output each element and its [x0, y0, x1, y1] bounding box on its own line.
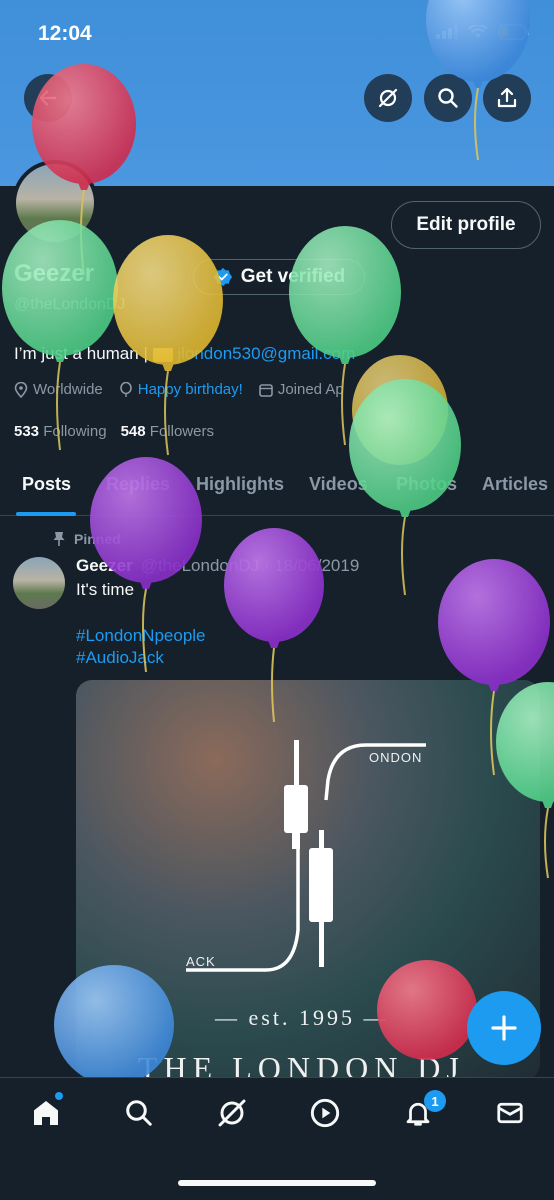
status-icons: [436, 24, 530, 40]
compose-post-button[interactable]: [467, 991, 541, 1065]
post-avatar[interactable]: [13, 557, 65, 609]
search-icon: [126, 1100, 152, 1126]
status-time: 12:04: [38, 22, 92, 45]
following-label: Following: [43, 423, 107, 440]
hashtag-londonnpeople[interactable]: #LondonNpeople: [76, 626, 206, 646]
back-button[interactable]: [24, 74, 72, 122]
logo-title: THE LONDON DJ: [138, 1050, 465, 1080]
profile-bio: I’m just a human | jlondon530@gmail.com: [14, 344, 355, 364]
wifi-icon: [468, 25, 488, 38]
share-button[interactable]: [483, 74, 531, 122]
followers-count: 548: [120, 423, 146, 440]
home-indicator: [178, 1180, 376, 1186]
birthday-text[interactable]: Happy birthday!: [138, 381, 243, 398]
logo-text-ondon: ONDON: [369, 750, 423, 765]
pinned-indicator: Pinned: [52, 531, 121, 547]
birthday-item: Happy birthday!: [119, 381, 243, 398]
bio-separator: |: [143, 344, 153, 363]
balloon-icon: [119, 381, 132, 397]
location-item: Worldwide: [14, 381, 103, 398]
verified-badge-icon: [213, 267, 232, 287]
tab-videos[interactable]: Videos: [309, 474, 368, 495]
profile-name: Geezer: [14, 260, 95, 287]
active-tab-indicator: [16, 512, 76, 516]
mail-icon: [497, 1102, 523, 1124]
post-header: Geezer @theLondonDJ · 18/06/2019: [76, 556, 359, 576]
logo-text-ack: ACK: [186, 954, 216, 969]
tab-posts[interactable]: Posts: [22, 474, 71, 495]
follow-stats: 533 Following 548 Followers: [14, 423, 214, 440]
profile-handle: @theLondonDJ: [14, 296, 126, 313]
bio-text: I’m just a human: [14, 344, 139, 363]
following-link[interactable]: 533 Following: [14, 423, 107, 440]
logo-est-year: — est. 1995 —: [215, 1005, 389, 1030]
pinned-label: Pinned: [74, 531, 121, 547]
following-count: 533: [14, 423, 40, 440]
search-button[interactable]: [424, 74, 472, 122]
followers-link[interactable]: 548 Followers: [121, 423, 214, 440]
arrow-left-icon: [39, 90, 57, 106]
profile-meta: Worldwide Happy birthday! Joined Ap: [14, 381, 344, 398]
tab-photos[interactable]: Photos: [396, 474, 457, 495]
balloon-green-left: [2, 220, 118, 451]
joined-text: Joined Ap: [277, 381, 344, 398]
joined-item: Joined Ap: [259, 381, 344, 398]
grok-button[interactable]: [364, 74, 412, 122]
plus-icon: [491, 1015, 517, 1041]
tab-articles[interactable]: Articles: [482, 474, 548, 495]
profile-tabs: Posts Replies Highlights Videos Photos A…: [0, 462, 554, 516]
get-verified-button[interactable]: Get verified: [193, 259, 365, 295]
tab-replies[interactable]: Replies: [106, 474, 170, 495]
profile-avatar[interactable]: [12, 160, 98, 246]
location-pin-icon: [14, 381, 28, 398]
home-icon: [34, 1101, 58, 1125]
followers-label: Followers: [149, 423, 214, 440]
battery-icon: [498, 24, 529, 40]
calendar-icon: [259, 383, 273, 397]
notification-count-badge: 1: [424, 1090, 446, 1112]
tab-highlights[interactable]: Highlights: [196, 474, 284, 495]
hashtag-audiojack[interactable]: #AudioJack: [76, 648, 164, 668]
edit-profile-button[interactable]: Edit profile: [391, 201, 541, 249]
signal-icon: [436, 25, 458, 39]
bio-email-link[interactable]: jlondon530@gmail.com: [177, 344, 355, 363]
grok-icon: [378, 88, 398, 108]
home-new-dot: [55, 1092, 63, 1100]
nav-messages[interactable]: [492, 1095, 528, 1131]
share-icon: [497, 87, 517, 108]
nav-search[interactable]: [121, 1095, 157, 1131]
post-text-body: It's time: [76, 580, 135, 599]
play-icon: [310, 1098, 340, 1128]
nav-video[interactable]: [307, 1095, 343, 1131]
nav-grok[interactable]: [214, 1095, 250, 1131]
location-text: Worldwide: [33, 381, 103, 398]
search-icon: [438, 88, 458, 108]
post-handle-date: @theLondonDJ · 18/06/2019: [140, 556, 360, 575]
post-text: It's time: [76, 580, 134, 600]
nav-home[interactable]: [28, 1095, 64, 1131]
balloon-yellow-right: [352, 355, 448, 465]
post-author[interactable]: Geezer: [76, 556, 133, 576]
grok-icon: [218, 1099, 246, 1127]
pin-icon: [53, 532, 65, 546]
envelope-emoji-icon: [152, 347, 173, 362]
get-verified-label: Get verified: [240, 266, 346, 287]
